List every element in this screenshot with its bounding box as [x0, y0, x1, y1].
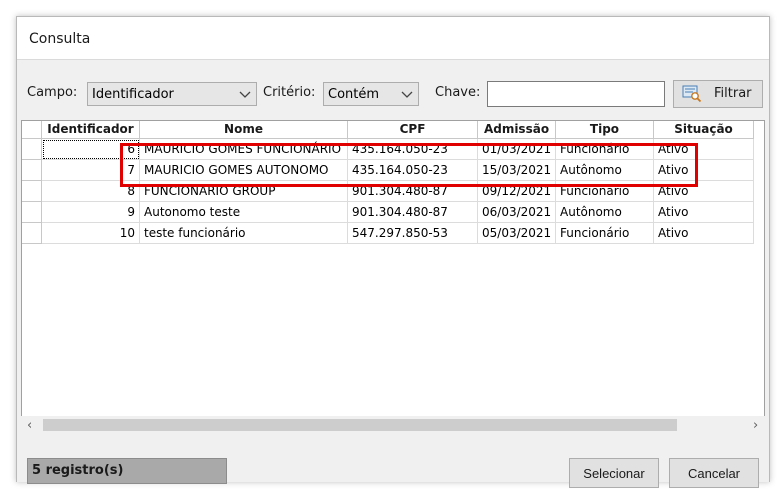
- chave-label: Chave:: [435, 85, 481, 100]
- consulta-dialog: Consulta Campo: Identificador Critério: …: [16, 16, 770, 488]
- table-row-nome[interactable]: teste funcionário: [140, 223, 348, 244]
- table-row-cpf[interactable]: 547.297.850-53: [348, 223, 478, 244]
- table-row-identificador[interactable]: 10: [42, 223, 140, 244]
- scroll-right-icon[interactable]: ›: [753, 418, 758, 433]
- red-highlight-box: [120, 143, 698, 187]
- chevron-down-icon: [401, 91, 413, 98]
- column-header-situacao[interactable]: Situação: [654, 121, 754, 139]
- filter-button[interactable]: Filtrar: [673, 80, 763, 108]
- scroll-left-icon[interactable]: ‹: [27, 418, 32, 433]
- campo-value: Identificador: [92, 87, 174, 102]
- column-header-tipo[interactable]: Tipo: [556, 121, 654, 139]
- column-header-identificador[interactable]: Identificador: [42, 121, 140, 139]
- campo-label: Campo:: [27, 85, 78, 100]
- row-selector[interactable]: [22, 181, 42, 202]
- dialog-body: Campo: Identificador Critério: Contém Ch…: [17, 59, 769, 488]
- campo-select[interactable]: Identificador: [87, 82, 257, 106]
- results-grid[interactable]: Identificador Nome CPF Admissão Tipo Sit…: [21, 120, 765, 430]
- table-row-nome[interactable]: Autonomo teste: [140, 202, 348, 223]
- table-row-situacao[interactable]: Ativo: [654, 202, 754, 223]
- row-selector[interactable]: [22, 202, 42, 223]
- title-bar[interactable]: Consulta: [17, 17, 769, 59]
- table-row-tipo[interactable]: Autônomo: [556, 202, 654, 223]
- criterio-select[interactable]: Contém: [323, 82, 419, 106]
- row-header-corner: [22, 121, 42, 139]
- column-header-nome[interactable]: Nome: [140, 121, 348, 139]
- record-count-status: 5 registro(s): [27, 458, 227, 484]
- criterio-label: Critério:: [263, 85, 316, 100]
- record-count-text: 5 registro(s): [32, 463, 124, 478]
- column-header-admissao[interactable]: Admissão: [478, 121, 556, 139]
- row-selector[interactable]: [22, 223, 42, 244]
- table-row-identificador[interactable]: 9: [42, 202, 140, 223]
- row-selector[interactable]: [22, 139, 42, 160]
- filter-button-label: Filtrar: [714, 86, 752, 101]
- row-selector[interactable]: [22, 160, 42, 181]
- horizontal-scrollbar[interactable]: ‹ ›: [21, 416, 765, 434]
- window-title: Consulta: [29, 31, 91, 47]
- scrollbar-thumb[interactable]: [43, 419, 677, 431]
- table-row-admissao[interactable]: 05/03/2021: [478, 223, 556, 244]
- filter-icon: [682, 85, 702, 103]
- chave-input[interactable]: [487, 81, 665, 107]
- cancel-button[interactable]: Cancelar: [669, 458, 759, 488]
- table-row-admissao[interactable]: 06/03/2021: [478, 202, 556, 223]
- column-header-cpf[interactable]: CPF: [348, 121, 478, 139]
- table-row-situacao[interactable]: Ativo: [654, 223, 754, 244]
- chevron-down-icon: [239, 91, 251, 98]
- table-row-cpf[interactable]: 901.304.480-87: [348, 202, 478, 223]
- table-row-tipo[interactable]: Funcionário: [556, 223, 654, 244]
- select-button[interactable]: Selecionar: [569, 458, 659, 488]
- criterio-value: Contém: [328, 87, 380, 102]
